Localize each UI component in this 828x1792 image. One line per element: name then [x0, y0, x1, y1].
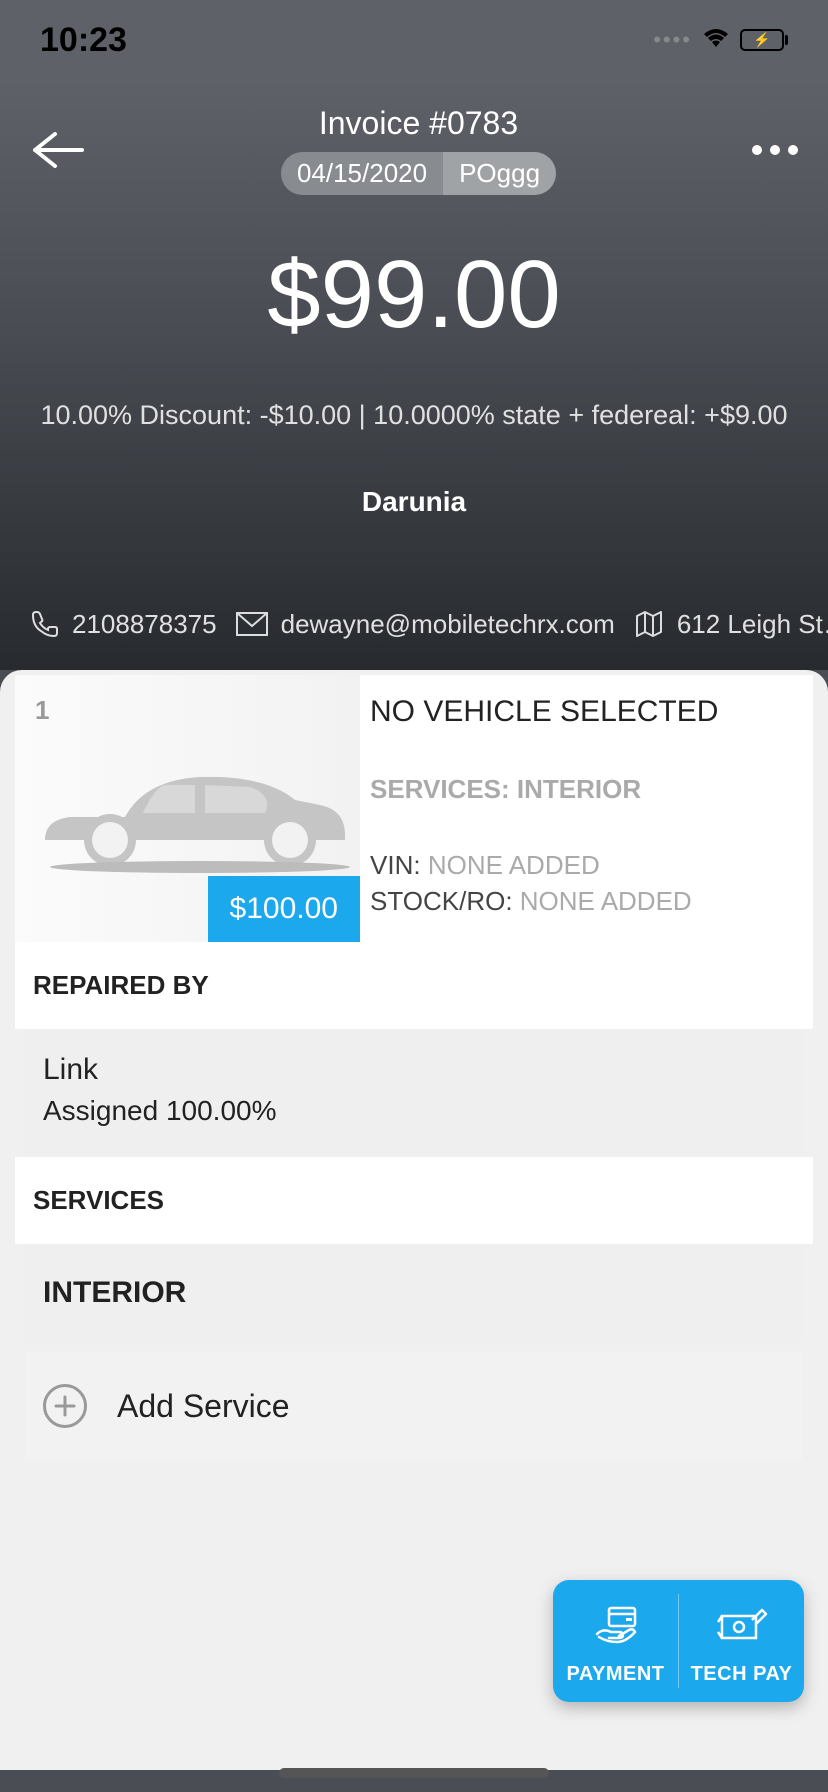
- invoice-date: 04/15/2020: [281, 152, 443, 195]
- invoice-header: Invoice #0783 04/15/2020 POggg $99.00 10…: [0, 80, 828, 670]
- payment-icon: [593, 1604, 639, 1649]
- plus-circle-icon: [43, 1384, 87, 1428]
- fab-container: PAYMENT TECH PAY: [553, 1580, 804, 1702]
- vin-label: VIN:: [370, 850, 421, 880]
- payment-button[interactable]: PAYMENT: [553, 1580, 678, 1702]
- techpay-button[interactable]: TECH PAY: [679, 1580, 804, 1702]
- phone-link[interactable]: 2108878375: [30, 609, 217, 640]
- vin-value: NONE ADDED: [428, 850, 600, 880]
- email-link[interactable]: dewayne@mobiletechrx.com: [235, 609, 615, 640]
- vehicle-title: NO VEHICLE SELECTED: [370, 695, 803, 729]
- home-indicator[interactable]: [279, 1768, 549, 1778]
- services-heading: SERVICES: [15, 1157, 813, 1244]
- mail-icon: [235, 611, 269, 637]
- map-icon: [633, 608, 665, 640]
- wifi-icon: [702, 25, 730, 56]
- phone-icon: [30, 609, 60, 639]
- car-icon: [15, 745, 360, 880]
- stock-row: STOCK/RO: NONE ADDED: [370, 886, 803, 917]
- techpay-label: TECH PAY: [691, 1663, 793, 1686]
- techpay-icon: [716, 1604, 768, 1649]
- phone-text: 2108878375: [72, 609, 217, 640]
- address-text: 612 Leigh St…: [677, 609, 828, 640]
- back-button[interactable]: [30, 130, 85, 170]
- repairer-row[interactable]: Link Assigned 100.00%: [25, 1029, 803, 1157]
- vehicle-services-label: SERVICES: INTERIOR: [370, 774, 803, 805]
- add-service-button[interactable]: Add Service: [25, 1352, 803, 1460]
- discount-tax-line: 10.00% Discount: -$10.00 | 10.0000% stat…: [0, 400, 828, 431]
- page-title: Invoice #0783: [85, 105, 752, 142]
- signal-icon: ••••: [653, 27, 692, 53]
- service-category[interactable]: INTERIOR: [25, 1244, 803, 1342]
- status-icons: •••• ⚡: [653, 25, 788, 56]
- stock-label: STOCK/RO:: [370, 886, 513, 916]
- vehicle-thumbnail: 1 $100.00: [15, 675, 360, 942]
- add-service-label: Add Service: [117, 1388, 290, 1425]
- vehicle-card[interactable]: 1 $100.00 NO VEHICLE SELECTED SERVICES: …: [15, 675, 813, 942]
- status-time: 10:23: [40, 21, 127, 60]
- payment-label: PAYMENT: [567, 1663, 665, 1686]
- invoice-po: POggg: [443, 152, 556, 195]
- repairer-name: Link: [43, 1053, 785, 1087]
- invoice-meta-pill: 04/15/2020 POggg: [281, 152, 556, 195]
- invoice-amount: $99.00: [0, 240, 828, 350]
- repairer-assigned: Assigned 100.00%: [43, 1095, 785, 1127]
- vin-row: VIN: NONE ADDED: [370, 850, 803, 881]
- stock-value: NONE ADDED: [520, 886, 692, 916]
- customer-name: Darunia: [0, 486, 828, 518]
- repaired-by-heading: REPAIRED BY: [15, 942, 813, 1029]
- vehicle-index: 1: [35, 695, 49, 726]
- more-button[interactable]: [752, 145, 798, 155]
- vehicle-price-badge: $100.00: [208, 876, 360, 942]
- email-text: dewayne@mobiletechrx.com: [281, 609, 615, 640]
- status-bar: 10:23 •••• ⚡: [0, 0, 828, 80]
- address-link[interactable]: 612 Leigh St…: [633, 608, 828, 640]
- battery-icon: ⚡: [740, 29, 788, 51]
